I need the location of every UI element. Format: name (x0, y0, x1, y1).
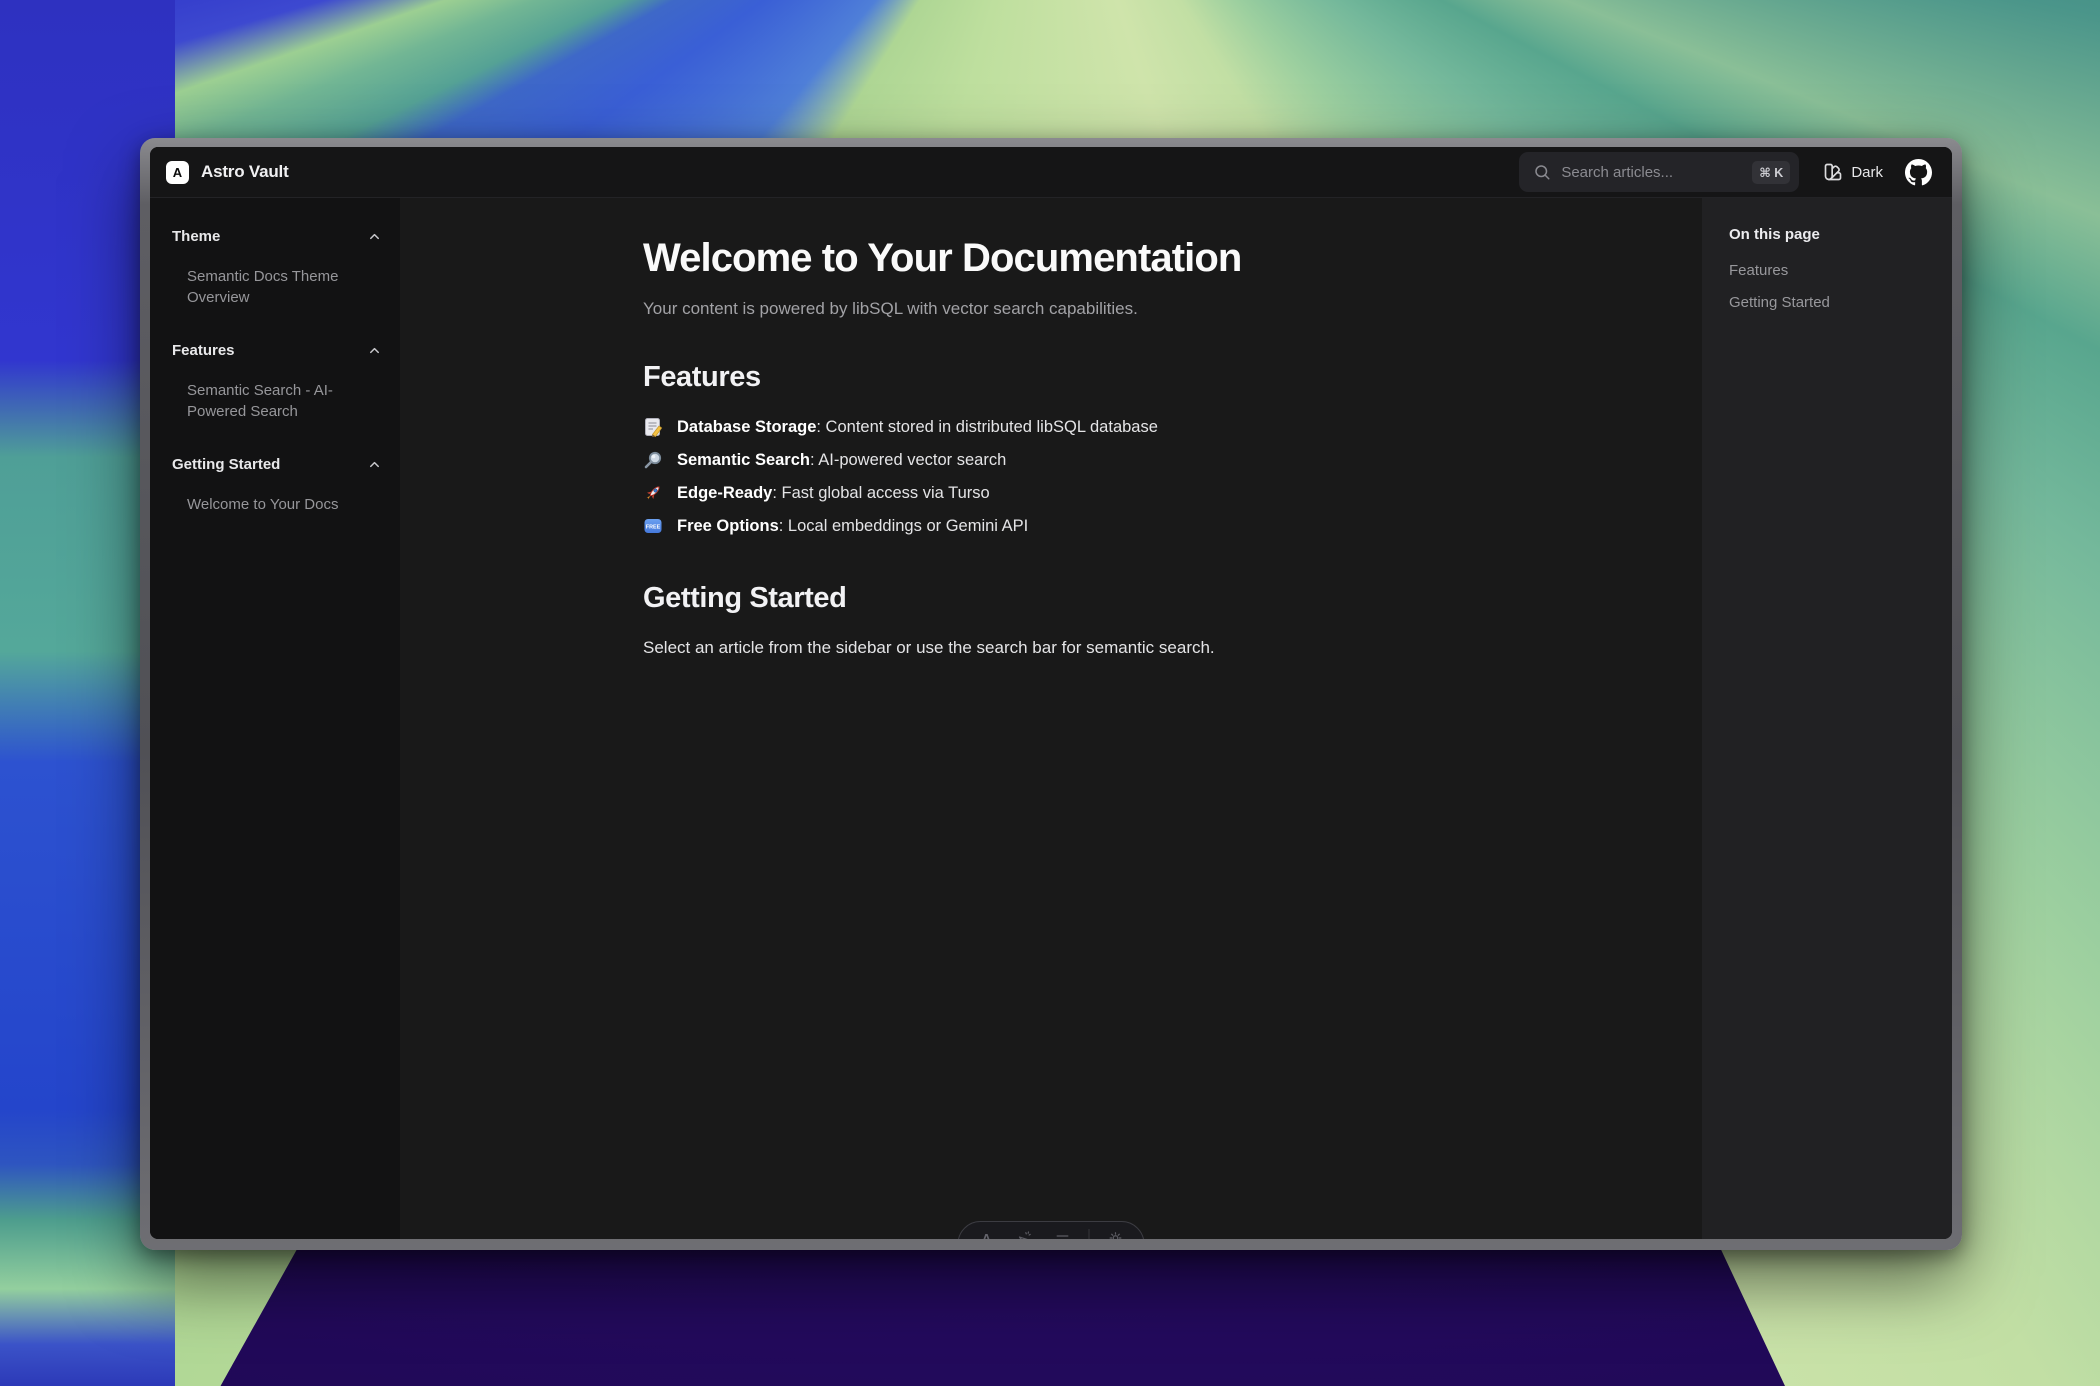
settings-gear-icon[interactable] (1100, 1229, 1132, 1239)
sidebar-group-theme-toggle[interactable]: Theme (172, 228, 382, 245)
feature-text: Semantic Search: AI-powered vector searc… (677, 451, 1006, 470)
home-link[interactable]: A Astro Vault (166, 161, 289, 184)
search-bar[interactable]: ⌘ K (1519, 152, 1799, 192)
svg-text:A: A (982, 1231, 992, 1239)
on-this-page-panel: On this page Features Getting Started (1702, 198, 1952, 1239)
theme-toggle-label: Dark (1851, 164, 1883, 181)
github-link[interactable] (1905, 159, 1932, 186)
features-section: Features (643, 361, 1459, 536)
theme-toggle-button[interactable]: Dark (1823, 162, 1883, 182)
feature-text: Edge-Ready: Fast global access via Turso (677, 484, 990, 503)
article: Welcome to Your Documentation Your conte… (643, 198, 1459, 658)
left-sidebar: Theme Semantic Docs Theme Overview Featu… (150, 198, 400, 1239)
sidebar-group-theme: Theme Semantic Docs Theme Overview (172, 228, 382, 308)
sidebar-group-getting-started: Getting Started Welcome to Your Docs (172, 456, 382, 515)
page-title: Welcome to Your Documentation (643, 234, 1459, 282)
sidebar-group-getting-started-toggle[interactable]: Getting Started (172, 456, 382, 473)
getting-started-section: Getting Started Select an article from t… (643, 582, 1459, 658)
window-body: Theme Semantic Docs Theme Overview Featu… (150, 198, 1952, 1239)
rocket-emoji-icon (643, 483, 667, 503)
list-item: FREE Free Options: Local embeddings or G… (643, 516, 1459, 536)
dev-toolbar-divider (1089, 1229, 1090, 1239)
inspect-pointer-icon[interactable] (1009, 1229, 1041, 1239)
audit-lines-icon[interactable] (1047, 1229, 1079, 1239)
site-logo: A (166, 161, 189, 184)
sidebar-group-getting-started-label: Getting Started (172, 456, 280, 473)
chevron-up-icon (367, 343, 382, 358)
sidebar-group-features: Features Semantic Search - AI-Powered Se… (172, 342, 382, 422)
app-window: A Astro Vault ⌘ K (150, 147, 1952, 1239)
toc-title: On this page (1729, 226, 1932, 243)
site-title: Astro Vault (201, 162, 289, 182)
magnifying-glass-emoji-icon (643, 450, 667, 470)
toc-link-getting-started[interactable]: Getting Started (1729, 294, 1932, 311)
github-icon (1905, 159, 1932, 186)
feature-text: Free Options: Local embeddings or Gemini… (677, 517, 1028, 536)
sidebar-item-welcome-to-your-docs[interactable]: Welcome to Your Docs (187, 494, 357, 515)
list-item: Database Storage: Content stored in dist… (643, 417, 1459, 437)
dev-toolbar: A (958, 1221, 1145, 1239)
getting-started-text: Select an article from the sidebar or us… (643, 638, 1459, 658)
sidebar-item-semantic-docs-theme-overview[interactable]: Semantic Docs Theme Overview (187, 266, 357, 308)
feature-text: Database Storage: Content stored in dist… (677, 418, 1158, 437)
sidebar-item-semantic-search[interactable]: Semantic Search - AI-Powered Search (187, 380, 357, 422)
list-item: Edge-Ready: Fast global access via Turso (643, 483, 1459, 503)
page-subtitle: Your content is powered by libSQL with v… (643, 299, 1459, 319)
top-navbar: A Astro Vault ⌘ K (150, 147, 1952, 198)
sidebar-group-theme-label: Theme (172, 228, 220, 245)
chevron-up-icon (367, 457, 382, 472)
search-input[interactable] (1561, 164, 1742, 181)
free-button-emoji-icon: FREE (643, 516, 667, 536)
sidebar-group-features-label: Features (172, 342, 235, 359)
search-icon (1533, 163, 1551, 181)
astro-logo-icon[interactable]: A (971, 1229, 1003, 1239)
toc-link-features[interactable]: Features (1729, 262, 1932, 279)
memo-emoji-icon (643, 417, 667, 437)
search-shortcut-badge: ⌘ K (1752, 161, 1790, 184)
svg-text:FREE: FREE (646, 524, 661, 530)
theme-swatch-icon (1823, 162, 1843, 182)
features-list: Database Storage: Content stored in dist… (643, 417, 1459, 536)
chevron-up-icon (367, 229, 382, 244)
list-item: Semantic Search: AI-powered vector searc… (643, 450, 1459, 470)
app-window-frame: A Astro Vault ⌘ K (140, 138, 1962, 1250)
sidebar-group-features-toggle[interactable]: Features (172, 342, 382, 359)
features-heading: Features (643, 361, 1459, 394)
main-content: Welcome to Your Documentation Your conte… (400, 198, 1702, 1239)
getting-started-heading: Getting Started (643, 582, 1459, 615)
